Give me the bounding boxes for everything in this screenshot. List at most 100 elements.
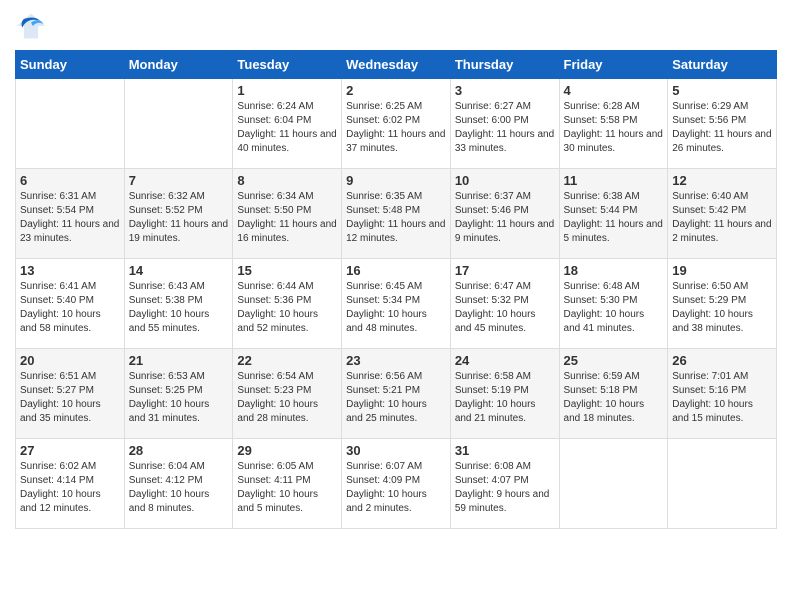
day-number: 22 bbox=[237, 353, 337, 368]
day-cell: 20 Sunrise: 6:51 AM Sunset: 5:27 PM Dayli… bbox=[16, 349, 125, 439]
day-number: 23 bbox=[346, 353, 446, 368]
day-number: 31 bbox=[455, 443, 555, 458]
day-cell: 23 Sunrise: 6:56 AM Sunset: 5:21 PM Dayli… bbox=[342, 349, 451, 439]
day-number: 17 bbox=[455, 263, 555, 278]
day-info: Sunrise: 6:48 AM Sunset: 5:30 PM Dayligh… bbox=[564, 280, 664, 336]
day-cell: 15 Sunrise: 6:44 AM Sunset: 5:36 PM Dayli… bbox=[233, 259, 342, 349]
column-header-wednesday: Wednesday bbox=[342, 51, 451, 79]
day-info: Sunrise: 6:24 AM Sunset: 6:04 PM Dayligh… bbox=[237, 100, 337, 156]
day-info: Sunrise: 6:45 AM Sunset: 5:34 PM Dayligh… bbox=[346, 280, 446, 336]
week-row-3: 13 Sunrise: 6:41 AM Sunset: 5:40 PM Dayli… bbox=[16, 259, 777, 349]
day-number: 12 bbox=[672, 173, 772, 188]
day-info: Sunrise: 6:47 AM Sunset: 5:32 PM Dayligh… bbox=[455, 280, 555, 336]
column-header-thursday: Thursday bbox=[450, 51, 559, 79]
day-cell bbox=[16, 79, 125, 169]
page: SundayMondayTuesdayWednesdayThursdayFrid… bbox=[0, 0, 792, 612]
day-info: Sunrise: 6:58 AM Sunset: 5:19 PM Dayligh… bbox=[455, 370, 555, 426]
header-row: SundayMondayTuesdayWednesdayThursdayFrid… bbox=[16, 51, 777, 79]
day-number: 27 bbox=[20, 443, 120, 458]
day-info: Sunrise: 6:59 AM Sunset: 5:18 PM Dayligh… bbox=[564, 370, 664, 426]
day-info: Sunrise: 6:35 AM Sunset: 5:48 PM Dayligh… bbox=[346, 190, 446, 246]
day-cell: 6 Sunrise: 6:31 AM Sunset: 5:54 PM Daylig… bbox=[16, 169, 125, 259]
day-cell: 30Sunrise: 6:07 AM Sunset: 4:09 PM Dayli… bbox=[342, 439, 451, 529]
day-cell: 2 Sunrise: 6:25 AM Sunset: 6:02 PM Daylig… bbox=[342, 79, 451, 169]
day-number: 11 bbox=[564, 173, 664, 188]
day-cell: 12 Sunrise: 6:40 AM Sunset: 5:42 PM Dayli… bbox=[668, 169, 777, 259]
day-number: 21 bbox=[129, 353, 229, 368]
column-header-saturday: Saturday bbox=[668, 51, 777, 79]
calendar-table: SundayMondayTuesdayWednesdayThursdayFrid… bbox=[15, 50, 777, 529]
day-info: Sunrise: 6:29 AM Sunset: 5:56 PM Dayligh… bbox=[672, 100, 772, 156]
day-number: 9 bbox=[346, 173, 446, 188]
day-info: Sunrise: 6:40 AM Sunset: 5:42 PM Dayligh… bbox=[672, 190, 772, 246]
day-info: Sunrise: 6:34 AM Sunset: 5:50 PM Dayligh… bbox=[237, 190, 337, 246]
day-cell: 9 Sunrise: 6:35 AM Sunset: 5:48 PM Daylig… bbox=[342, 169, 451, 259]
day-number: 15 bbox=[237, 263, 337, 278]
day-cell bbox=[668, 439, 777, 529]
day-cell: 18 Sunrise: 6:48 AM Sunset: 5:30 PM Dayli… bbox=[559, 259, 668, 349]
day-cell: 8 Sunrise: 6:34 AM Sunset: 5:50 PM Daylig… bbox=[233, 169, 342, 259]
day-number: 16 bbox=[346, 263, 446, 278]
day-cell: 24 Sunrise: 6:58 AM Sunset: 5:19 PM Dayli… bbox=[450, 349, 559, 439]
day-number: 28 bbox=[129, 443, 229, 458]
column-header-friday: Friday bbox=[559, 51, 668, 79]
day-info: Sunrise: 6:08 AM Sunset: 4:07 PM Dayligh… bbox=[455, 460, 555, 516]
day-info: Sunrise: 6:54 AM Sunset: 5:23 PM Dayligh… bbox=[237, 370, 337, 426]
day-cell: 31 Sunrise: 6:08 AM Sunset: 4:07 PM Dayli… bbox=[450, 439, 559, 529]
day-number: 18 bbox=[564, 263, 664, 278]
day-info: Sunrise: 6:04 AM Sunset: 4:12 PM Dayligh… bbox=[129, 460, 229, 516]
day-number: 13 bbox=[20, 263, 120, 278]
day-info: Sunrise: 6:41 AM Sunset: 5:40 PM Dayligh… bbox=[20, 280, 120, 336]
day-info: Sunrise: 7:01 AM Sunset: 5:16 PM Dayligh… bbox=[672, 370, 772, 426]
day-info: Sunrise: 6:28 AM Sunset: 5:58 PM Dayligh… bbox=[564, 100, 664, 156]
day-info: Sunrise: 6:44 AM Sunset: 5:36 PM Dayligh… bbox=[237, 280, 337, 336]
day-info: Sunrise: 6:02 AM Sunset: 4:14 PM Dayligh… bbox=[20, 460, 120, 516]
day-cell: 3Sunrise: 6:27 AM Sunset: 6:00 PM Daylig… bbox=[450, 79, 559, 169]
day-cell: 19 Sunrise: 6:50 AM Sunset: 5:29 PM Dayli… bbox=[668, 259, 777, 349]
day-info: Sunrise: 6:27 AM Sunset: 6:00 PM Dayligh… bbox=[455, 100, 555, 156]
column-header-tuesday: Tuesday bbox=[233, 51, 342, 79]
day-info: Sunrise: 6:56 AM Sunset: 5:21 PM Dayligh… bbox=[346, 370, 446, 426]
week-row-2: 6 Sunrise: 6:31 AM Sunset: 5:54 PM Daylig… bbox=[16, 169, 777, 259]
day-number: 19 bbox=[672, 263, 772, 278]
day-cell: 27 Sunrise: 6:02 AM Sunset: 4:14 PM Dayli… bbox=[16, 439, 125, 529]
day-cell: 4 Sunrise: 6:28 AM Sunset: 5:58 PM Daylig… bbox=[559, 79, 668, 169]
day-number: 7 bbox=[129, 173, 229, 188]
day-info: Sunrise: 6:25 AM Sunset: 6:02 PM Dayligh… bbox=[346, 100, 446, 156]
day-number: 5 bbox=[672, 83, 772, 98]
day-number: 2 bbox=[346, 83, 446, 98]
day-number: 8 bbox=[237, 173, 337, 188]
day-cell bbox=[124, 79, 233, 169]
day-number: 20 bbox=[20, 353, 120, 368]
day-cell: 26 Sunrise: 7:01 AM Sunset: 5:16 PM Dayli… bbox=[668, 349, 777, 439]
day-cell: 29 Sunrise: 6:05 AM Sunset: 4:11 PM Dayli… bbox=[233, 439, 342, 529]
day-cell: 22 Sunrise: 6:54 AM Sunset: 5:23 PM Dayli… bbox=[233, 349, 342, 439]
day-cell: 13 Sunrise: 6:41 AM Sunset: 5:40 PM Dayli… bbox=[16, 259, 125, 349]
day-cell: 21 Sunrise: 6:53 AM Sunset: 5:25 PM Dayli… bbox=[124, 349, 233, 439]
day-info: Sunrise: 6:53 AM Sunset: 5:25 PM Dayligh… bbox=[129, 370, 229, 426]
week-row-1: 1Sunrise: 6:24 AM Sunset: 6:04 PM Daylig… bbox=[16, 79, 777, 169]
day-number: 14 bbox=[129, 263, 229, 278]
day-info: Sunrise: 6:31 AM Sunset: 5:54 PM Dayligh… bbox=[20, 190, 120, 246]
day-cell: 5 Sunrise: 6:29 AM Sunset: 5:56 PM Daylig… bbox=[668, 79, 777, 169]
day-number: 29 bbox=[237, 443, 337, 458]
week-row-4: 20 Sunrise: 6:51 AM Sunset: 5:27 PM Dayli… bbox=[16, 349, 777, 439]
logo bbox=[15, 10, 51, 42]
day-cell: 14 Sunrise: 6:43 AM Sunset: 5:38 PM Dayli… bbox=[124, 259, 233, 349]
day-cell: 16 Sunrise: 6:45 AM Sunset: 5:34 PM Dayli… bbox=[342, 259, 451, 349]
header bbox=[15, 10, 777, 42]
day-number: 30 bbox=[346, 443, 446, 458]
day-cell: 11Sunrise: 6:38 AM Sunset: 5:44 PM Dayli… bbox=[559, 169, 668, 259]
day-number: 4 bbox=[564, 83, 664, 98]
day-info: Sunrise: 6:37 AM Sunset: 5:46 PM Dayligh… bbox=[455, 190, 555, 246]
day-info: Sunrise: 6:05 AM Sunset: 4:11 PM Dayligh… bbox=[237, 460, 337, 516]
logo-icon bbox=[15, 10, 47, 42]
day-info: Sunrise: 6:51 AM Sunset: 5:27 PM Dayligh… bbox=[20, 370, 120, 426]
day-info: Sunrise: 6:50 AM Sunset: 5:29 PM Dayligh… bbox=[672, 280, 772, 336]
day-cell: 25Sunrise: 6:59 AM Sunset: 5:18 PM Dayli… bbox=[559, 349, 668, 439]
day-number: 24 bbox=[455, 353, 555, 368]
day-number: 6 bbox=[20, 173, 120, 188]
day-number: 26 bbox=[672, 353, 772, 368]
day-number: 10 bbox=[455, 173, 555, 188]
day-info: Sunrise: 6:43 AM Sunset: 5:38 PM Dayligh… bbox=[129, 280, 229, 336]
